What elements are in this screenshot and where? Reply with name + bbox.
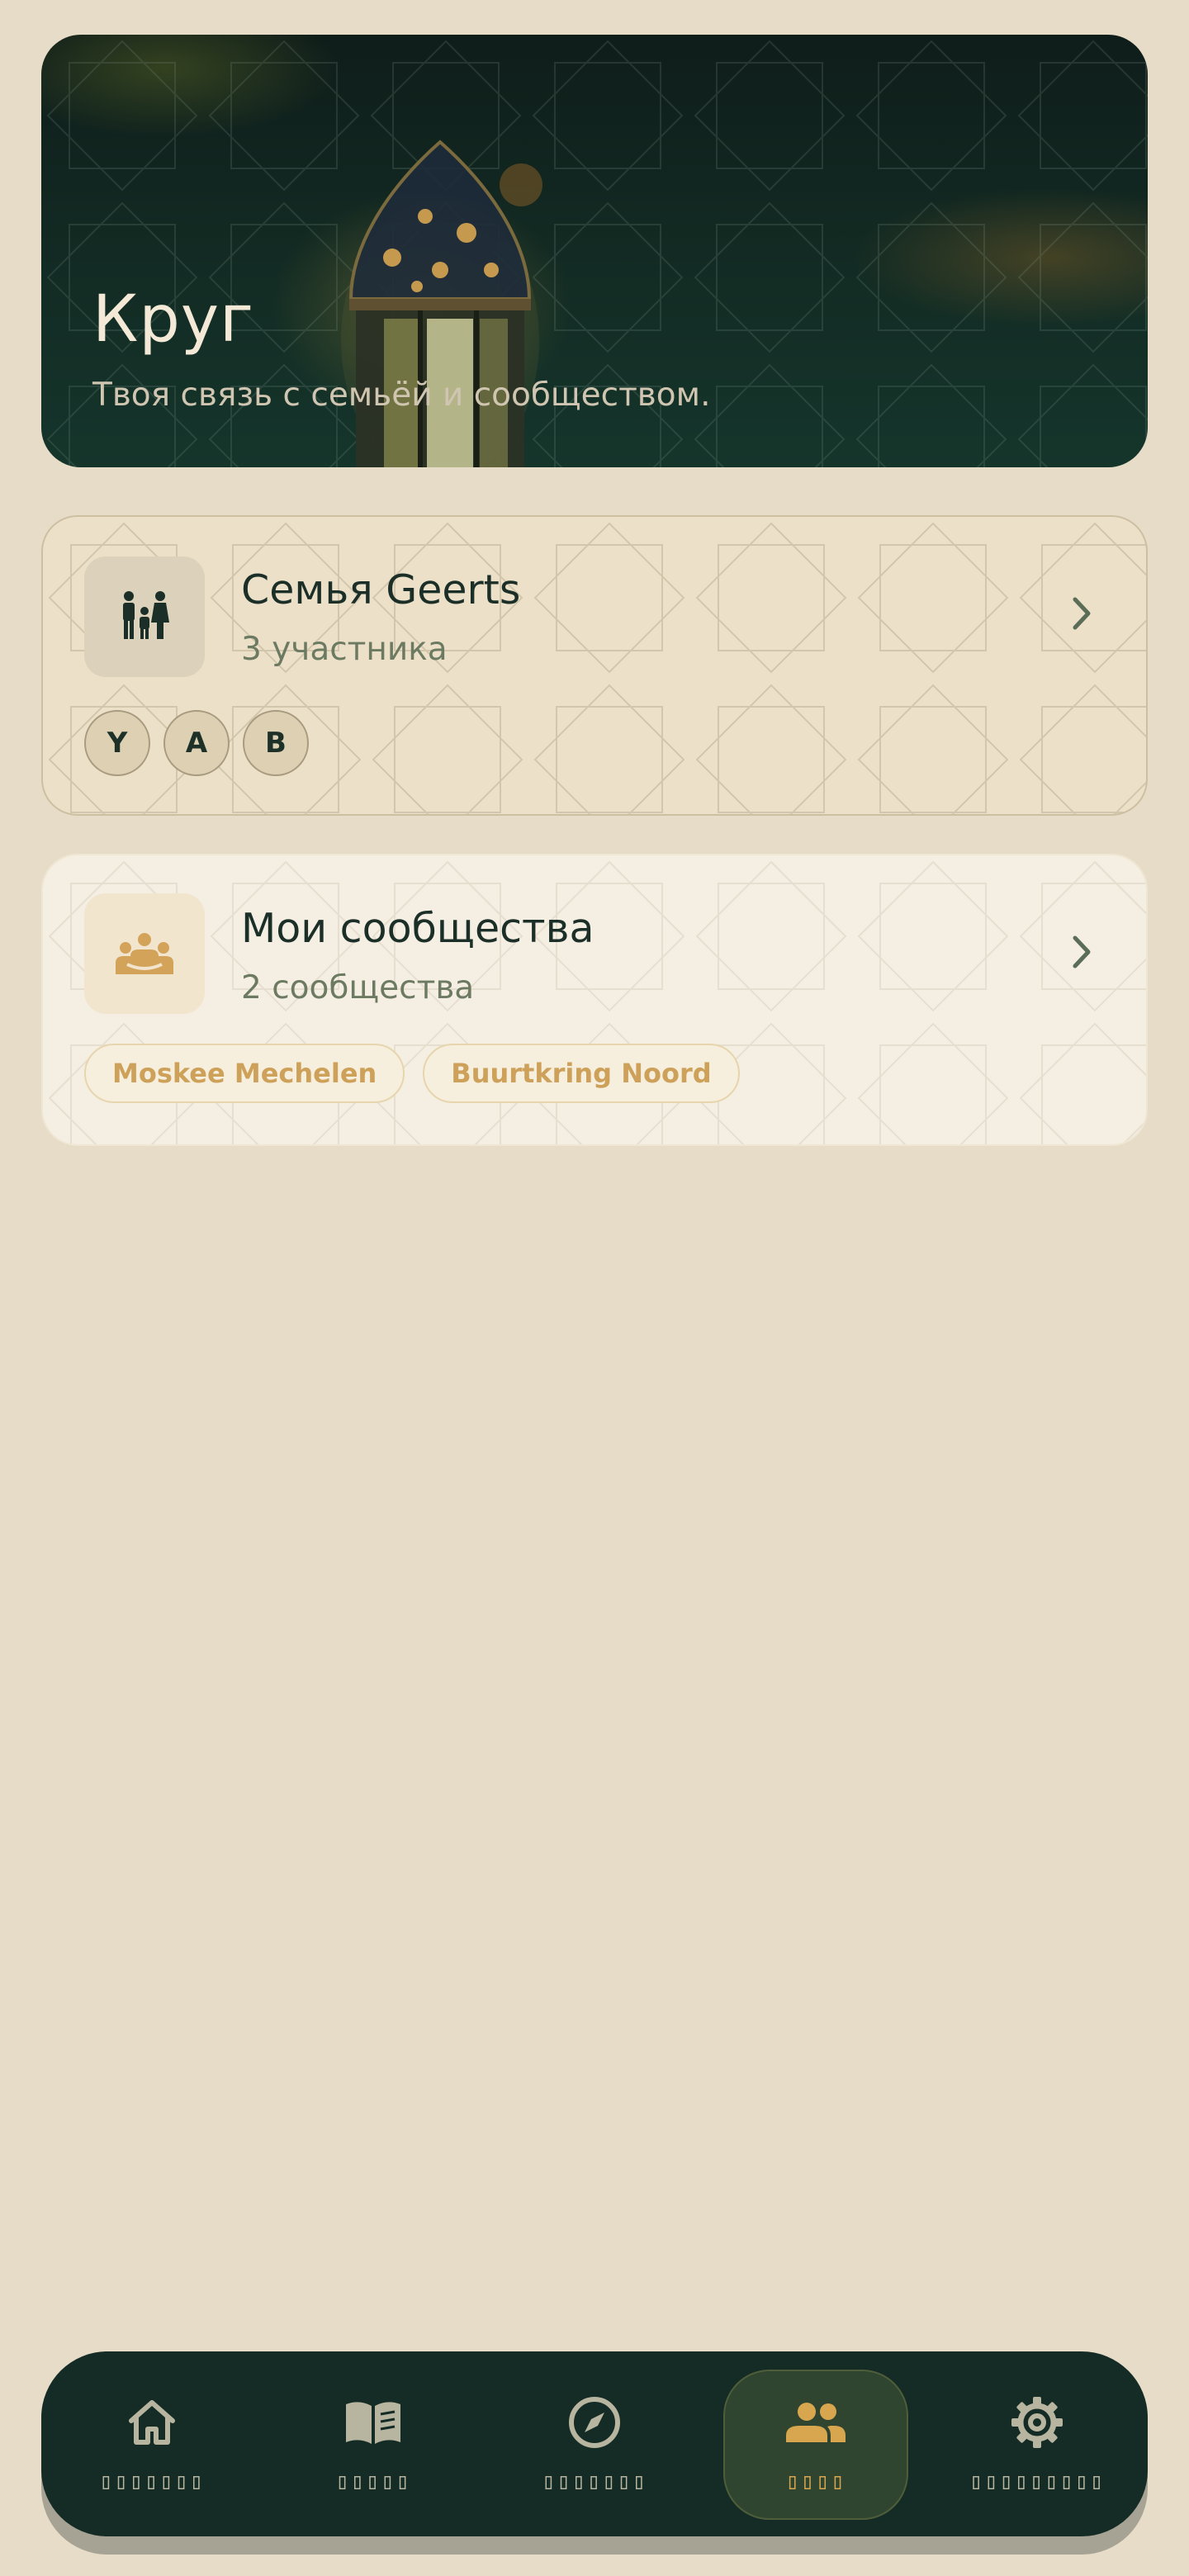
avatar[interactable]: A: [163, 710, 230, 776]
avatar[interactable]: Y: [84, 710, 150, 776]
community-chip[interactable]: Moskee Mechelen: [84, 1044, 405, 1103]
member-avatar-list: Y A B: [84, 710, 309, 776]
bottom-navigation: ▯▯▯▯▯▯▯ ▯▯▯▯▯ ▯▯▯▯▯▯▯ ▯▯▯▯ ▯▯▯▯▯▯▯▯▯: [41, 2351, 1148, 2536]
family-icon: [123, 591, 169, 639]
lantern-illustration: [341, 140, 542, 467]
chevron-right-icon: [1073, 935, 1091, 968]
communities-count: 2 сообщества: [241, 969, 475, 1006]
page-title: Круг: [92, 282, 255, 357]
community-chip-list: Moskee Mechelen Buurtkring Noord: [84, 1044, 740, 1103]
nav-label: ▯▯▯▯: [785, 2469, 846, 2494]
nav-item-circle[interactable]: ▯▯▯▯: [705, 2351, 926, 2536]
communities-card[interactable]: Мои сообщества 2 сообщества Moskee Meche…: [41, 854, 1148, 1146]
community-icon-container: [84, 893, 205, 1014]
nav-item-read[interactable]: ▯▯▯▯▯: [263, 2351, 484, 2536]
gear-icon: [1011, 2397, 1063, 2448]
nav-item-home[interactable]: ▯▯▯▯▯▯▯: [41, 2351, 263, 2536]
nav-label: ▯▯▯▯▯▯▯▯▯: [969, 2469, 1106, 2494]
nav-label: ▯▯▯▯▯: [335, 2469, 411, 2494]
avatar[interactable]: B: [243, 710, 309, 776]
people-icon: [786, 2403, 846, 2442]
nav-item-explore[interactable]: ▯▯▯▯▯▯▯: [484, 2351, 705, 2536]
family-title: Семья Geerts: [241, 566, 521, 613]
nav-label: ▯▯▯▯▯▯▯: [99, 2469, 205, 2494]
community-chip[interactable]: Buurtkring Noord: [423, 1044, 740, 1103]
nav-label: ▯▯▯▯▯▯▯: [542, 2469, 647, 2494]
chevron-right-icon: [1073, 597, 1091, 630]
hero-banner: Круг Твоя связь с семьёй и сообществом.: [41, 35, 1148, 467]
community-group-icon: [116, 933, 173, 974]
family-card[interactable]: Семья Geerts 3 участника Y A B: [41, 515, 1148, 816]
book-icon: [346, 2402, 400, 2444]
family-member-count: 3 участника: [241, 631, 448, 668]
compass-icon: [569, 2397, 620, 2448]
page-subtitle: Твоя связь с семьёй и сообществом.: [92, 376, 711, 414]
nav-item-settings[interactable]: ▯▯▯▯▯▯▯▯▯: [926, 2351, 1148, 2536]
family-icon-container: [84, 556, 205, 677]
communities-title: Мои сообщества: [241, 905, 594, 952]
home-icon: [129, 2400, 175, 2445]
